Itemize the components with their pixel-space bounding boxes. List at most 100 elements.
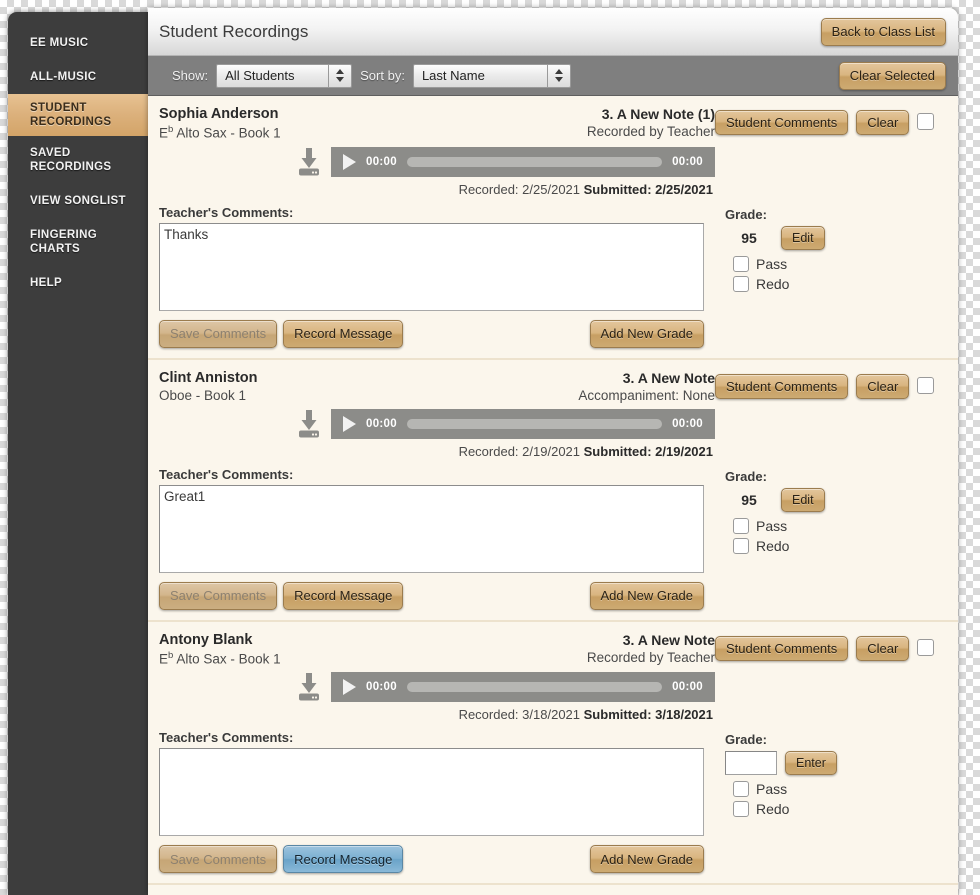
redo-checkbox[interactable] [733, 275, 749, 292]
record-message-button[interactable]: Record Message [283, 845, 404, 873]
play-icon[interactable] [343, 415, 356, 432]
grade-column: Grade: Enter Pass Redo [715, 730, 946, 873]
dates-row: Recorded: 3/18/2021 Submitted: 3/18/2021 [159, 707, 715, 722]
grade-column: Grade: 95 Edit Pass Redo [715, 205, 946, 348]
teacher-comments-textarea[interactable] [159, 748, 704, 836]
play-icon[interactable] [343, 153, 356, 170]
piece-subtitle: Recorded by Teacher [586, 649, 715, 665]
audio-player: 00:00 00:00 [331, 408, 715, 439]
dates-row: Recorded: 2/25/2021 Submitted: 2/25/2021 [159, 182, 715, 197]
pass-label: Pass [756, 517, 788, 534]
sidebar-item-view-songlist[interactable]: VIEW SONGLIST [8, 184, 148, 218]
sort-select-value: Last Name [421, 68, 485, 83]
sidebar-item-all-music[interactable]: ALL-MUSIC [8, 60, 148, 94]
add-new-grade-button[interactable]: Add New Grade [589, 319, 704, 348]
recording-card: Antony Blank 3. A New Note Eb Alto Sax - B… [148, 621, 958, 885]
download-icon[interactable] [295, 409, 323, 439]
grade-enter-button[interactable]: Enter [785, 751, 837, 775]
grade-input[interactable] [725, 751, 777, 775]
redo-row: Redo [733, 275, 946, 292]
teacher-comments-label: Teacher's Comments: [159, 730, 294, 745]
comments-button-row: Save Comments Record Message Add New Grade [159, 845, 704, 873]
download-icon[interactable] [295, 147, 323, 177]
chevron-updown-icon[interactable] [328, 64, 351, 87]
redo-row: Redo [733, 537, 946, 554]
sidebar-item-ee-music[interactable]: EE MUSIC [8, 12, 148, 60]
student-name: Sophia Anderson [159, 106, 279, 122]
select-record-checkbox[interactable] [917, 113, 935, 130]
instrument-rest: Alto Sax - Book 1 [173, 651, 281, 666]
save-comments-button[interactable]: Save Comments [159, 319, 278, 348]
instrument-key: E [159, 125, 169, 141]
grade-value: 95 [741, 229, 757, 246]
card-body: Teacher's Comments: Save CommentsRecord M… [148, 459, 958, 620]
teacher-comments-textarea[interactable] [159, 484, 704, 573]
page-title: Student Recordings [159, 21, 309, 41]
sort-select[interactable]: Last Name [412, 63, 571, 88]
clear-selected-button[interactable]: Clear Selected [838, 61, 946, 90]
clear-button[interactable]: Clear [856, 373, 910, 399]
sidebar-item-label: FINGERING CHARTS [30, 229, 98, 255]
card-header-left: Sophia Anderson 3. A New Note (1) Eb Alto … [159, 106, 715, 197]
sidebar-item-fingering-charts[interactable]: FINGERING CHARTS [8, 218, 148, 266]
select-record-checkbox[interactable] [917, 638, 935, 656]
select-record-checkbox[interactable] [917, 376, 935, 394]
audio-player-row: 00:00 00:00 [159, 672, 715, 702]
recorded-label: Recorded: [458, 181, 519, 197]
submitted-label: Submitted: [583, 707, 652, 722]
sidebar-item-student-recordings[interactable]: STUDENT RECORDINGS [8, 94, 148, 136]
record-message-button[interactable]: Record Message [283, 581, 404, 610]
progress-bar[interactable] [406, 682, 663, 692]
download-icon[interactable] [295, 672, 323, 702]
clear-button[interactable]: Clear [856, 110, 910, 135]
progress-bar[interactable] [406, 156, 663, 167]
piece-subtitle: Recorded by Teacher [586, 124, 715, 139]
save-comments-button[interactable]: Save Comments [159, 845, 278, 873]
grade-row: Enter [725, 751, 946, 775]
redo-checkbox[interactable] [733, 801, 749, 817]
grade-edit-button[interactable]: Edit [781, 225, 825, 250]
show-select[interactable]: All Students [216, 63, 353, 88]
name-title-row: Sophia Anderson 3. A New Note (1) [159, 106, 715, 122]
card-header: Sophia Anderson 3. A New Note (1) Eb Alto … [148, 96, 958, 197]
show-label: Show: [172, 68, 209, 83]
save-comments-button[interactable]: Save Comments [159, 581, 278, 610]
student-comments-button[interactable]: Student Comments [715, 110, 849, 135]
pass-checkbox[interactable] [733, 517, 749, 534]
clear-button[interactable]: Clear [856, 635, 910, 661]
sidebar-item-help[interactable]: HELP [8, 266, 148, 300]
piece-title: 3. A New Note [622, 369, 715, 386]
grade-row: 95 Edit [725, 225, 946, 250]
teacher-comments-textarea[interactable] [159, 222, 704, 311]
instrument-subtitle-row: Oboe - Book 1 Accompaniment: None [159, 388, 715, 403]
sidebar-item-saved-recordings[interactable]: SAVED RECORDINGS [8, 136, 148, 184]
audio-player: 00:00 00:00 [331, 672, 715, 702]
recorded-date: 2/25/2021 [522, 181, 581, 197]
back-to-class-list-button[interactable]: Back to Class List [820, 17, 946, 46]
pass-checkbox[interactable] [733, 781, 749, 797]
sidebar-item-label: EE MUSIC [30, 37, 89, 49]
add-new-grade-button[interactable]: Add New Grade [589, 581, 704, 610]
chevron-updown-icon[interactable] [546, 64, 570, 87]
app-root: EE MUSIC ALL-MUSIC STUDENT RECORDINGS SAVED … [0, 0, 980, 895]
instrument-label: Oboe - Book 1 [159, 388, 578, 403]
record-message-button[interactable]: Record Message [283, 319, 404, 348]
instrument-rest: Oboe - Book 1 [159, 387, 247, 403]
student-comments-button[interactable]: Student Comments [715, 373, 849, 399]
student-comments-button[interactable]: Student Comments [715, 635, 849, 661]
student-name: Clint Anniston [159, 369, 258, 386]
instrument-rest: Alto Sax - Book 1 [173, 125, 281, 141]
add-new-grade-button[interactable]: Add New Grade [589, 845, 704, 873]
show-select-value: All Students [225, 68, 295, 83]
play-icon[interactable] [343, 679, 356, 695]
progress-bar[interactable] [406, 418, 663, 429]
grade-value: 95 [741, 491, 757, 508]
piece-title: 3. A New Note (1) [601, 106, 715, 122]
recorded-date: 2/19/2021 [522, 443, 581, 459]
redo-checkbox[interactable] [733, 537, 749, 554]
grade-edit-button[interactable]: Edit [781, 487, 825, 512]
current-time: 00:00 [366, 155, 397, 168]
card-header: Antony Blank 3. A New Note Eb Alto Sax - B… [148, 622, 958, 722]
comments-column: Teacher's Comments: Save CommentsRecord M… [159, 467, 715, 610]
pass-checkbox[interactable] [733, 255, 749, 272]
